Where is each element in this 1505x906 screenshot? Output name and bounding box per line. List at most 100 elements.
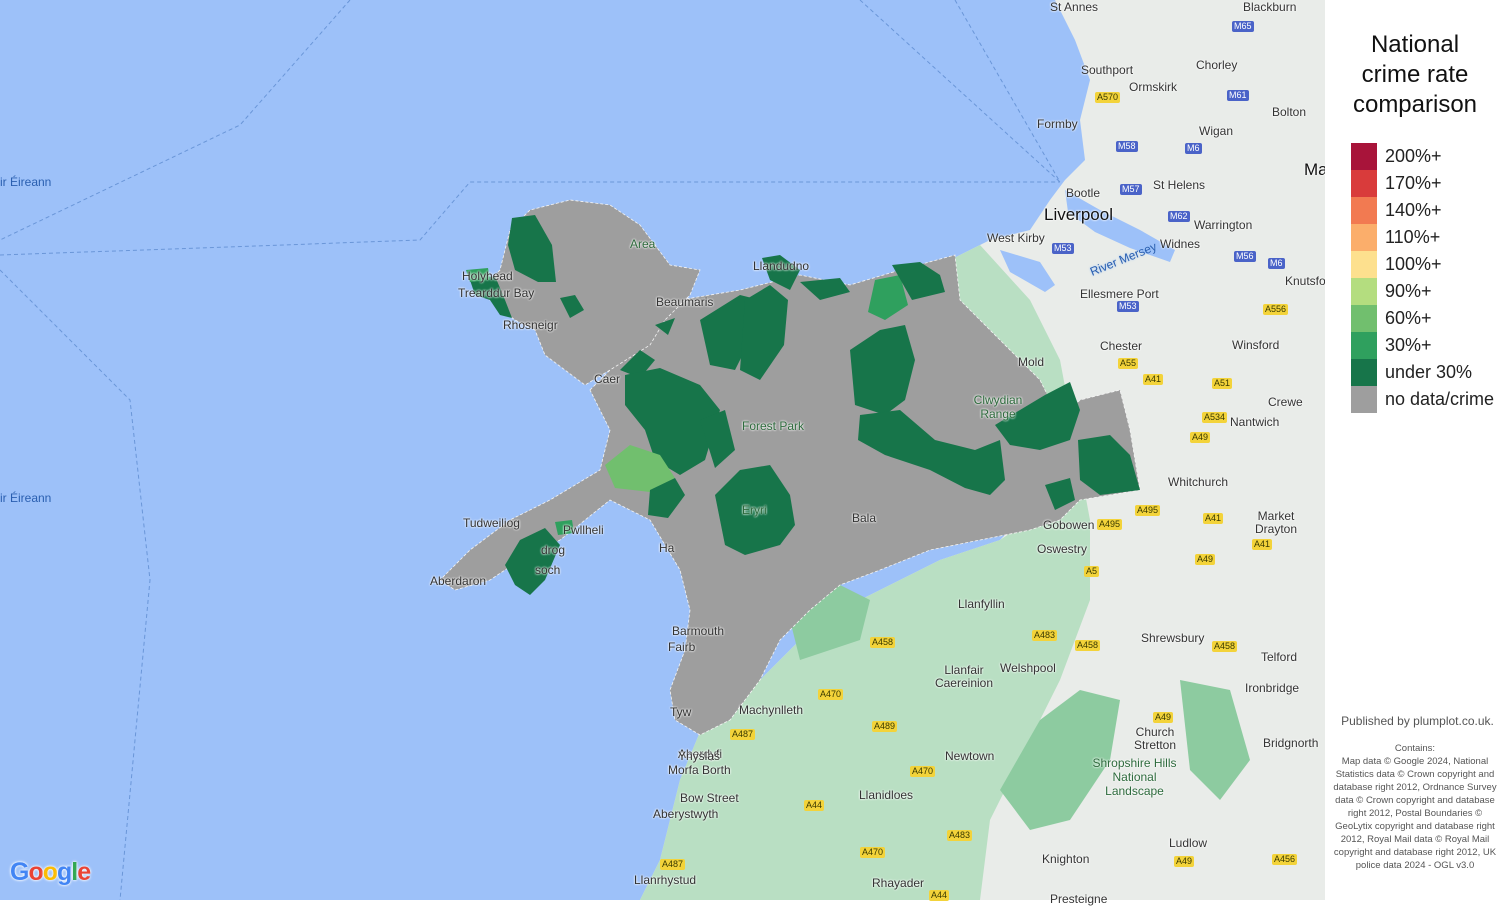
place-bootle: Bootle	[1066, 186, 1101, 200]
legend-swatch	[1351, 170, 1377, 197]
place-sea-irish-1: ir Éireann	[0, 175, 52, 189]
road-a44-a: A44	[804, 800, 825, 811]
legend-swatch	[1351, 251, 1377, 278]
road-a456: A456	[1272, 854, 1298, 865]
place-market-drayton: Market Drayton	[1254, 509, 1298, 536]
place-forest-park: Forest Park	[742, 419, 805, 433]
place-nantwich: Nantwich	[1230, 415, 1280, 429]
place-ironbridge: Ironbridge	[1245, 681, 1300, 695]
google-logo-letter: e	[77, 858, 91, 886]
legend-item: 200%+	[1351, 143, 1442, 170]
place-shropshire-hills: Shropshire Hills National Landscape	[1092, 756, 1177, 798]
legend-label: 140%+	[1385, 200, 1442, 220]
place-llandudno: Llandudno	[753, 259, 810, 273]
legend-swatch	[1351, 305, 1377, 332]
road-m61: M61	[1227, 90, 1249, 101]
road-a489: A489	[872, 721, 898, 732]
place-west-kirby: West Kirby	[987, 231, 1045, 245]
place-machynlleth: Machynlleth	[739, 703, 804, 717]
place-eryri: Eryri	[742, 503, 767, 517]
road-a49-c: A49	[1153, 712, 1174, 723]
place-chester: Chester	[1100, 339, 1143, 353]
legend-item: 90%+	[1351, 278, 1432, 305]
road-m53-b: M53	[1117, 301, 1139, 312]
legend-label: 170%+	[1385, 173, 1442, 193]
road-a44-b: A44	[929, 890, 950, 901]
place-bolton: Bolton	[1272, 105, 1307, 119]
google-logo-letter: o	[28, 858, 43, 886]
place-widnes: Widnes	[1160, 237, 1201, 251]
place-chorley: Chorley	[1196, 58, 1238, 72]
place-whitchurch: Whitchurch	[1168, 475, 1229, 489]
road-a5: A5	[1084, 566, 1100, 577]
map-view[interactable]: St Annes Blackburn Southport Chorley Orm…	[0, 0, 1328, 906]
place-formby: Formby	[1037, 117, 1078, 131]
google-logo-letter: o	[42, 858, 58, 886]
place-tudweiliog: Tudweiliog	[463, 516, 520, 530]
place-southport: Southport	[1081, 63, 1134, 77]
place-gobowen: Gobowen	[1043, 518, 1095, 532]
road-m6-b: M6	[1268, 258, 1285, 269]
legend-label: no data/crime	[1385, 389, 1495, 409]
attribution-text: Contains: Map data © Google 2024, Nationa…	[1333, 742, 1497, 872]
road-m65: M65	[1232, 21, 1254, 32]
legend-title-line: National	[1370, 31, 1460, 58]
legend-swatch	[1351, 359, 1377, 386]
place-liverpool: Liverpool	[1044, 205, 1113, 224]
legend-item: no data/crime	[1351, 386, 1494, 413]
place-llanbedrog: drog	[541, 543, 566, 557]
place-aberdaron: Aberdaron	[430, 574, 487, 588]
place-shrewsbury: Shrewsbury	[1141, 631, 1205, 645]
legend-swatch	[1351, 278, 1377, 305]
google-logo-letter: g	[57, 858, 72, 886]
place-llanfair-caereinion: Llanfair Caereinion	[934, 663, 994, 690]
place-telford: Telford	[1261, 650, 1298, 664]
place-clwydian: Clwydian Range	[973, 393, 1023, 421]
road-a483-b: A483	[947, 830, 973, 841]
place-winsford: Winsford	[1232, 338, 1280, 352]
legend-panel: National crime rate comparison 200%+ 170%…	[1325, 0, 1505, 900]
attribution-line: Map data © Google 2024, National Statist…	[1333, 756, 1497, 871]
place-fairbourne: Fairb	[668, 640, 696, 654]
legend-swatch	[1351, 332, 1377, 359]
place-mold: Mold	[1018, 355, 1045, 369]
road-a570: A570	[1095, 92, 1121, 103]
road-m58: M58	[1116, 141, 1138, 152]
road-a470-b: A470	[910, 766, 936, 777]
place-knighton: Knighton	[1042, 852, 1090, 866]
place-holyhead: Holyhead	[462, 269, 513, 283]
place-oswestry: Oswestry	[1037, 542, 1088, 556]
place-knutsford: Knutsfo	[1285, 274, 1326, 288]
legend-swatch	[1351, 386, 1377, 413]
legend-title-line: crime rate	[1361, 61, 1469, 88]
place-crewe: Crewe	[1268, 395, 1303, 409]
legend-item: 60%+	[1351, 305, 1432, 332]
place-newtown: Newtown	[945, 749, 995, 763]
place-sea-irish-2: ir Éireann	[0, 491, 52, 505]
legend-item: 100%+	[1351, 251, 1442, 278]
road-a458-b: A458	[1212, 641, 1238, 652]
road-a487-a: A487	[730, 729, 756, 740]
place-bridgnorth: Bridgnorth	[1263, 736, 1319, 750]
published-by: Published by plumplot.co.uk.	[1341, 714, 1494, 728]
place-ellesmere-port: Ellesmere Port	[1080, 287, 1159, 301]
road-a470-c: A470	[860, 847, 886, 858]
place-llanfyllin: Llanfyllin	[958, 597, 1005, 611]
place-barmouth: Barmouth	[672, 624, 725, 638]
road-a55: A55	[1118, 358, 1139, 369]
place-aonb: Area	[630, 237, 656, 251]
legend-swatch	[1351, 143, 1377, 170]
place-tywyn: Tyw	[670, 705, 692, 719]
road-a49-d: A49	[1174, 856, 1195, 867]
legend-title: National crime rate comparison	[1325, 30, 1505, 120]
legend-item: 140%+	[1351, 197, 1442, 224]
legend-label: 200%+	[1385, 146, 1442, 166]
legend-item: under 30%	[1351, 359, 1472, 386]
place-st-annes: St Annes	[1050, 0, 1099, 14]
legend-label: 90%+	[1385, 281, 1432, 301]
road-a49-b: A49	[1195, 554, 1216, 565]
legend-label: under 30%	[1385, 362, 1473, 382]
google-logo: Google	[10, 858, 91, 887]
place-ludlow: Ludlow	[1169, 836, 1208, 850]
road-a534: A534	[1202, 412, 1228, 423]
